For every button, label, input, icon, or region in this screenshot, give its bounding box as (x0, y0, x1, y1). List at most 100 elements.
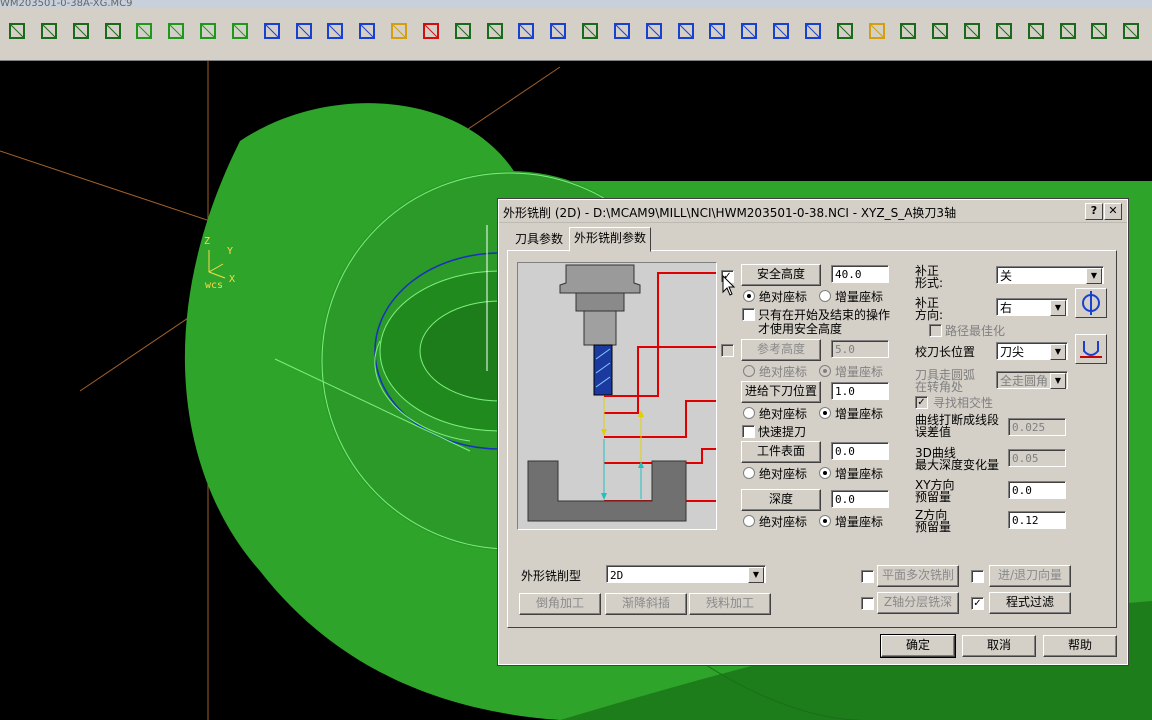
ref-height-checkbox[interactable] (721, 344, 734, 357)
top-stock-input[interactable]: 0.0 (831, 442, 889, 460)
view-cube-outline2-icon[interactable] (352, 16, 382, 46)
safe-height-abs-radio[interactable] (743, 290, 755, 302)
infinite-look-checkbox[interactable]: ✓ (915, 396, 928, 409)
comp-dir-icon-button[interactable] (1075, 288, 1107, 318)
transform2-icon[interactable] (480, 16, 510, 46)
shape-icon[interactable] (1116, 16, 1146, 46)
chevron-down-icon[interactable]: ▼ (748, 567, 764, 583)
rapid-retract-checkbox[interactable] (742, 425, 755, 438)
safe-height-input[interactable]: 40.0 (831, 265, 889, 283)
zoom-window-icon[interactable] (66, 16, 96, 46)
offset-icon[interactable] (1084, 16, 1114, 46)
help-button[interactable]: 帮助 (1043, 635, 1117, 657)
split-icon[interactable] (1021, 16, 1051, 46)
multi-passes-button[interactable]: 平面多次铣削 (877, 565, 959, 587)
view-side-cube-icon[interactable] (225, 16, 255, 46)
ref-height-abs-radio[interactable] (743, 365, 755, 377)
chevron-down-icon[interactable]: ▼ (1050, 300, 1066, 316)
chevron-down-icon[interactable]: ▼ (1050, 373, 1066, 389)
top-stock-abs-radio[interactable] (743, 467, 755, 479)
top-stock-inc-radio[interactable] (819, 467, 831, 479)
contour-type-select[interactable]: 2D ▼ (606, 565, 766, 583)
tip-comp-select[interactable]: 刀尖 ▼ (996, 342, 1068, 360)
depth-button[interactable]: 深度 (741, 489, 821, 511)
sigma-icon[interactable] (607, 16, 637, 46)
depth-abs-radio[interactable] (743, 515, 755, 527)
arc-icon[interactable] (671, 16, 701, 46)
undo-arc-icon[interactable] (511, 16, 541, 46)
top-stock-button[interactable]: 工件表面 (741, 441, 821, 463)
view-iso-cube-icon[interactable] (129, 16, 159, 46)
toolbar (0, 8, 1152, 61)
tab-tool-params[interactable]: 刀具参数 (511, 229, 567, 249)
feed-plane-button[interactable]: 进给下刀位置 (741, 381, 821, 403)
depth-abs-label: 绝对座标 (759, 515, 808, 529)
linearize-input[interactable]: 0.025 (1008, 418, 1066, 436)
spline-icon[interactable] (734, 16, 764, 46)
dialog-titlebar[interactable]: 外形铣削 (2D) - D:\MCAM9\MILL\NCI\HWM203501-… (499, 200, 1127, 223)
remachine-button[interactable]: 残料加工 (689, 593, 771, 615)
view-top-cube-icon[interactable] (161, 16, 191, 46)
safe-height-inc-radio[interactable] (819, 290, 831, 302)
dialog-close-button[interactable]: ✕ (1104, 203, 1122, 220)
point-plus-icon[interactable] (798, 16, 828, 46)
break-icon[interactable] (957, 16, 987, 46)
feed-plane-input[interactable]: 1.0 (831, 382, 889, 400)
roll-corners-select[interactable]: 全走圆角 ▼ (996, 371, 1068, 389)
join-icon[interactable] (989, 16, 1019, 46)
curve-icon[interactable] (702, 16, 732, 46)
no-entry-icon[interactable] (416, 16, 446, 46)
ref-height-button[interactable]: 参考高度 (741, 339, 821, 361)
comp-dir-select[interactable]: 右 ▼ (996, 298, 1068, 316)
only-start-end-checkbox[interactable] (742, 308, 755, 321)
depth-cuts-button[interactable]: Z轴分层铣深 (877, 592, 959, 614)
depth-inc-radio[interactable] (819, 515, 831, 527)
rectangle-icon[interactable] (766, 16, 796, 46)
tip-comp-icon-button[interactable] (1075, 334, 1107, 364)
wcs-axes-icon (208, 250, 226, 279)
pan-icon[interactable] (34, 16, 64, 46)
filter-checkbox[interactable]: ✓ (971, 597, 984, 610)
view-cube-outline-icon[interactable] (320, 16, 350, 46)
zoom-icon[interactable] (2, 16, 32, 46)
dialog-help-button[interactable]: ? (1085, 203, 1103, 220)
lead-in-out-checkbox[interactable] (971, 570, 984, 583)
unzoom-icon[interactable] (98, 16, 128, 46)
extend-icon[interactable] (1053, 16, 1083, 46)
ref-height-input[interactable]: 5.0 (831, 340, 889, 358)
comp-type-select[interactable]: 关 ▼ (996, 266, 1104, 284)
tab-contour-params[interactable]: 外形铣削参数 (569, 227, 652, 252)
ref-height-inc-radio[interactable] (819, 365, 831, 377)
line-icon[interactable] (639, 16, 669, 46)
filter-button[interactable]: 程式过滤 (989, 592, 1071, 614)
multi-passes-checkbox[interactable] (861, 570, 874, 583)
solid-box-icon[interactable] (862, 16, 892, 46)
sphere-icon[interactable] (543, 16, 573, 46)
safe-height-button[interactable]: 安全高度 (741, 264, 821, 286)
pencil-icon[interactable] (384, 16, 414, 46)
ok-button[interactable]: 确定 (880, 634, 956, 658)
plane-icon[interactable] (830, 16, 860, 46)
cancel-button[interactable]: 取消 (962, 635, 1036, 657)
z-stock-input[interactable]: 0.12 (1008, 511, 1066, 529)
chevron-down-icon[interactable]: ▼ (1050, 344, 1066, 360)
ref-height-abs-label: 绝对座标 (759, 365, 808, 379)
transform-icon[interactable] (448, 16, 478, 46)
view-front-cube-icon[interactable] (193, 16, 223, 46)
chevron-down-icon[interactable]: ▼ (1086, 268, 1102, 284)
depth-cuts-checkbox[interactable] (861, 597, 874, 610)
level-bar-icon[interactable] (893, 16, 923, 46)
xy-stock-input[interactable]: 0.0 (1008, 481, 1066, 499)
chamfer-button[interactable]: 倒角加工 (519, 593, 601, 615)
feed-plane-abs-radio[interactable] (743, 407, 755, 419)
depth-input[interactable]: 0.0 (831, 490, 889, 508)
lead-in-out-button[interactable]: 进/退刀向量 (989, 565, 1071, 587)
ramp-button[interactable]: 渐降斜插 (605, 593, 687, 615)
path-opt-checkbox[interactable] (929, 324, 942, 337)
view-cube-blue2-icon[interactable] (289, 16, 319, 46)
layers-icon[interactable] (575, 16, 605, 46)
max-depth-input[interactable]: 0.05 (1008, 449, 1066, 467)
trim-icon[interactable] (925, 16, 955, 46)
feed-plane-inc-radio[interactable] (819, 407, 831, 419)
view-cube-blue-icon[interactable] (257, 16, 287, 46)
